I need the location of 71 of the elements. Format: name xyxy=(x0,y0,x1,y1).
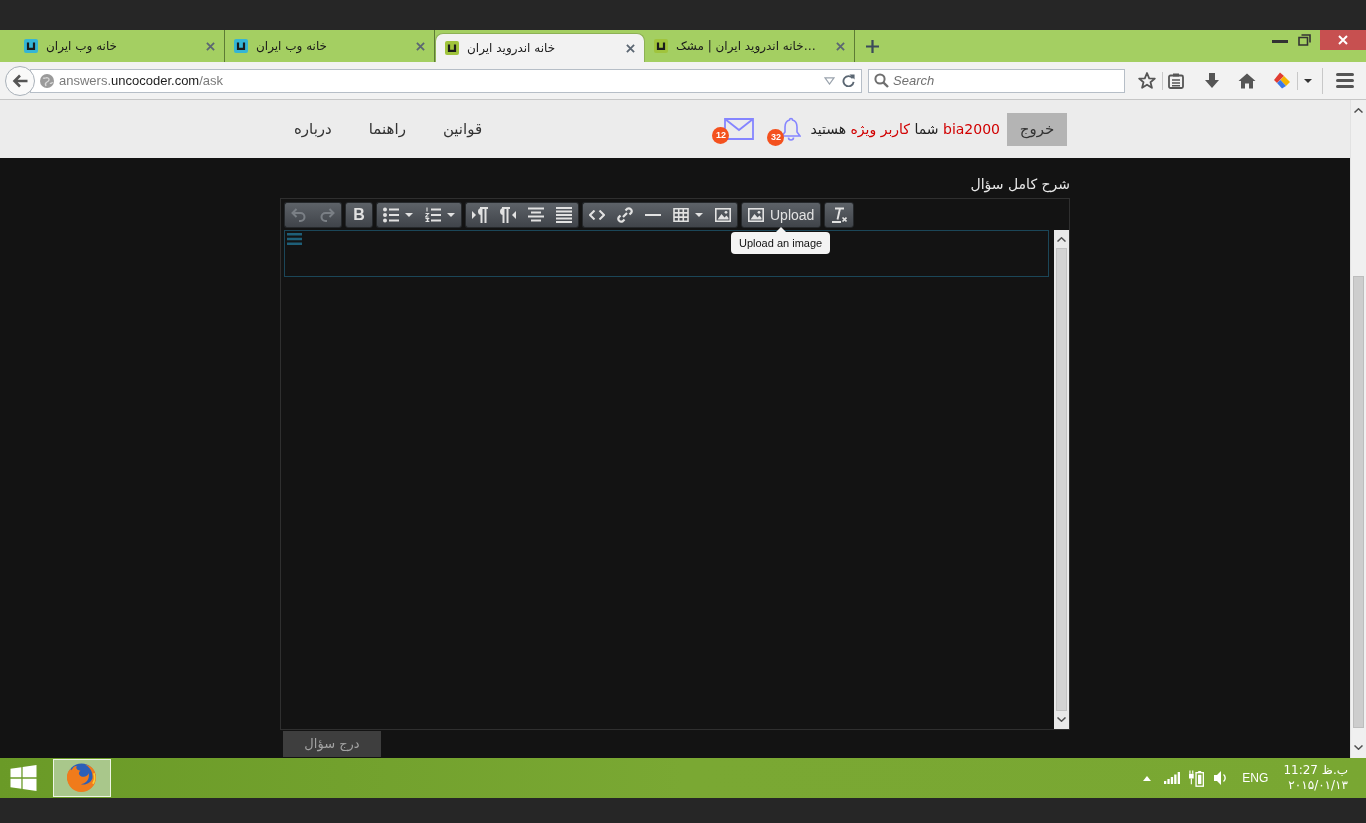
scrollbar-thumb[interactable] xyxy=(1353,276,1364,728)
image-icon xyxy=(715,208,731,222)
nav-link[interactable]: درباره xyxy=(294,117,332,141)
image-icon xyxy=(748,208,764,222)
dropdown-icon[interactable] xyxy=(824,76,835,85)
align-center-icon xyxy=(528,207,544,223)
restore-icon[interactable] xyxy=(1298,34,1311,46)
search-input[interactable]: Search xyxy=(893,70,1113,91)
start-button[interactable] xyxy=(10,765,37,791)
horizontal-line-icon xyxy=(645,214,661,216)
clear-format-button[interactable] xyxy=(824,202,855,228)
close-window-button[interactable] xyxy=(1320,30,1366,50)
address-bar[interactable]: answers.uncocoder.com/ask xyxy=(30,68,862,93)
battery-charging-icon[interactable] xyxy=(1189,769,1205,787)
image-button[interactable] xyxy=(709,202,738,228)
reading-list-icon[interactable] xyxy=(1168,72,1184,89)
justify-button[interactable] xyxy=(550,202,579,228)
close-tab-icon[interactable] xyxy=(206,41,215,51)
signal-bars-icon[interactable] xyxy=(1164,772,1181,784)
nav-link[interactable]: راهنما xyxy=(368,117,406,141)
logout-button[interactable]: خروج xyxy=(1007,112,1067,146)
mail-icon[interactable] xyxy=(724,118,755,140)
submit-button[interactable]: درج سؤال xyxy=(283,731,381,757)
menu-icon xyxy=(287,233,302,245)
caret-icon[interactable] xyxy=(1304,78,1312,83)
bell-icon[interactable] xyxy=(781,117,802,141)
bullet-list-button[interactable] xyxy=(376,202,419,228)
table-grid-icon xyxy=(673,208,689,222)
close-tab-icon[interactable] xyxy=(626,43,635,53)
bullet-list-icon xyxy=(383,207,399,223)
redo-icon xyxy=(319,207,335,223)
upload-button[interactable]: Upload xyxy=(741,202,822,228)
left-to-right-button[interactable] xyxy=(465,202,494,228)
editor-text-area[interactable] xyxy=(284,230,1049,277)
search-icon xyxy=(874,73,889,88)
scrollbar-thumb[interactable] xyxy=(1056,248,1067,711)
star-icon[interactable] xyxy=(1138,72,1156,89)
home-icon[interactable] xyxy=(1238,72,1256,89)
close-tab-icon[interactable] xyxy=(836,41,845,51)
taskbar-app-button[interactable] xyxy=(53,759,111,797)
reload-icon[interactable] xyxy=(842,74,855,87)
browser-icon xyxy=(67,763,97,793)
nav-link[interactable]: قوانین xyxy=(442,117,483,141)
download-icon[interactable] xyxy=(1204,72,1220,89)
caret-up-icon[interactable] xyxy=(1143,775,1152,781)
bold-button[interactable]: B xyxy=(345,202,373,228)
back-button[interactable] xyxy=(5,65,35,96)
close-tab-icon[interactable] xyxy=(416,41,425,51)
code-icon xyxy=(589,210,605,220)
menu-icon[interactable] xyxy=(1336,73,1354,88)
undo-icon xyxy=(291,207,307,223)
search-field[interactable]: Search xyxy=(868,68,1125,93)
extension-icon[interactable] xyxy=(1273,72,1291,89)
rtl-paragraph-icon xyxy=(500,207,516,223)
clear-format-icon xyxy=(831,207,848,223)
speaker-icon[interactable] xyxy=(1214,770,1228,786)
globe-icon xyxy=(40,73,54,88)
windows-logo-icon xyxy=(10,765,37,791)
ltr-paragraph-icon xyxy=(472,207,488,223)
field-label: شرح کامل سؤال xyxy=(970,175,1070,193)
new-tab-icon[interactable] xyxy=(866,39,879,53)
justify-icon xyxy=(556,207,572,223)
numbered-list-icon xyxy=(425,207,441,223)
message-count-badge: 12 xyxy=(712,127,730,144)
numbered-list-button[interactable] xyxy=(419,202,462,228)
notification-count-badge: 32 xyxy=(767,129,785,146)
code-button[interactable] xyxy=(582,202,611,228)
back-arrow-icon xyxy=(12,73,28,88)
browser-tab[interactable]: خانه اندروید ایران xyxy=(435,33,645,62)
link-icon xyxy=(617,207,633,223)
close-icon xyxy=(1338,35,1348,45)
